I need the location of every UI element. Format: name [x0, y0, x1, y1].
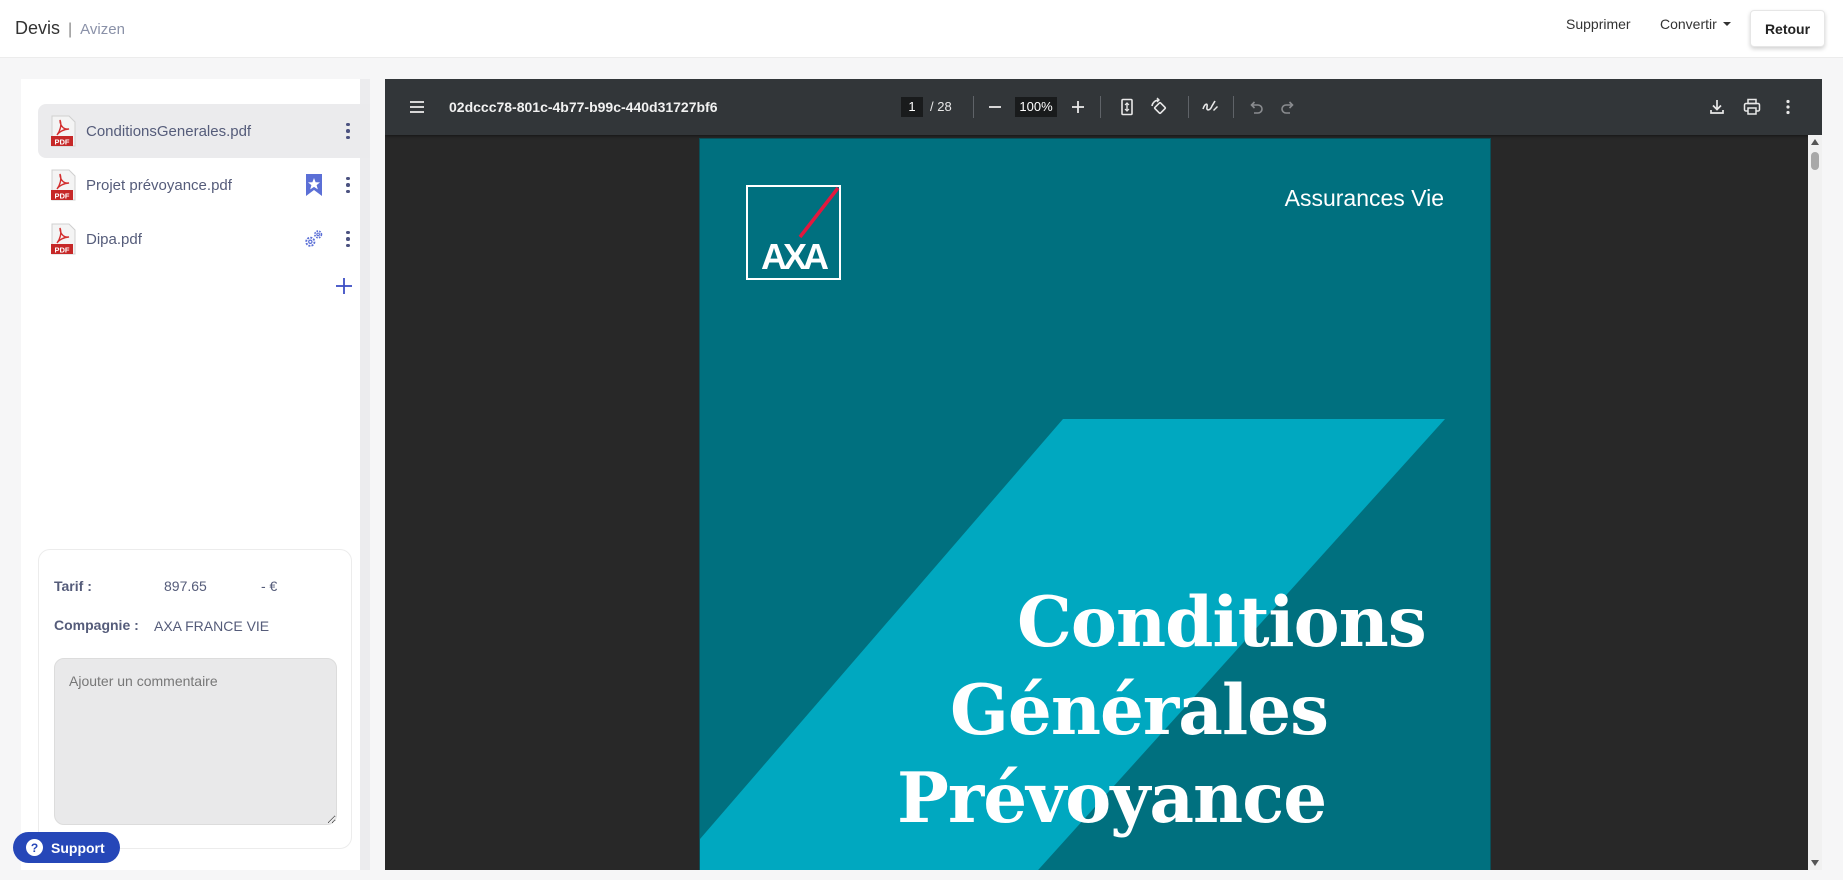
pdf-page: AXA Assurances Vie Conditions Générales …	[699, 138, 1491, 870]
pdf-file-icon: PDF	[51, 169, 76, 201]
compagnie-label: Compagnie :	[54, 617, 139, 633]
svg-text:AXA: AXA	[761, 236, 829, 277]
toolbar-divider	[1188, 96, 1189, 118]
svg-text:PDF: PDF	[55, 138, 70, 147]
file-name: Projet prévoyance.pdf	[86, 176, 232, 194]
delete-button[interactable]: Supprimer	[1566, 16, 1631, 32]
support-label: Support	[51, 839, 105, 856]
file-name: ConditionsGenerales.pdf	[86, 122, 252, 140]
rotate-icon[interactable]	[1149, 97, 1169, 117]
toolbar-divider	[1100, 96, 1101, 118]
fit-page-icon[interactable]	[1117, 97, 1137, 117]
bookmark-star-icon[interactable]	[303, 173, 325, 197]
quote-info-card: Tarif : 897.65 - € Compagnie : AXA FRANC…	[38, 549, 352, 849]
vertical-scrollbar[interactable]	[1808, 135, 1822, 870]
pdf-viewer: 02dccc78-801c-4b77-b99c-440d31727bf6 1 /…	[385, 79, 1822, 870]
comment-textarea[interactable]	[54, 658, 337, 825]
document-title: 02dccc78-801c-4b77-b99c-440d31727bf6	[449, 99, 718, 115]
download-icon[interactable]	[1707, 97, 1727, 117]
tarif-value[interactable]: 897.65	[164, 578, 207, 594]
pdf-file-icon: PDF	[51, 115, 76, 147]
file-item-dipa[interactable]: PDF Dipa.pdf	[38, 212, 370, 266]
support-button[interactable]: ? Support	[13, 832, 120, 863]
file-name: Dipa.pdf	[86, 230, 142, 248]
cover-title-line2: Générales	[950, 670, 1329, 751]
cover-title-line3: Prévoyance	[897, 758, 1327, 839]
file-menu-button[interactable]	[338, 173, 358, 197]
scrollbar-thumb[interactable]	[1811, 152, 1819, 170]
axa-logo: AXA	[746, 185, 841, 280]
svg-text:PDF: PDF	[55, 192, 70, 201]
zoom-out-icon[interactable]	[985, 97, 1005, 117]
file-menu-button[interactable]	[338, 119, 358, 143]
page-number-input[interactable]: 1	[901, 97, 923, 117]
tarif-label: Tarif :	[54, 578, 92, 594]
gears-icon[interactable]	[303, 227, 325, 251]
app-header: Devis | Avizen Supprimer Convertir Retou…	[0, 0, 1843, 58]
convert-dropdown[interactable]: Convertir	[1660, 16, 1731, 32]
brand-subtitle: Avizen	[80, 21, 125, 38]
brand: Devis | Avizen	[15, 18, 125, 39]
cover-title-line1: Conditions	[1017, 582, 1427, 663]
toolbar-divider	[1233, 96, 1234, 118]
back-button[interactable]: Retour	[1750, 10, 1825, 47]
toolbar-divider	[973, 96, 974, 118]
pdf-toolbar: 02dccc78-801c-4b77-b99c-440d31727bf6 1 /…	[385, 79, 1822, 135]
page-title: Devis	[15, 18, 61, 38]
file-item-projet-prevoyance[interactable]: PDF Projet prévoyance.pdf	[38, 158, 370, 212]
add-file-plus-icon[interactable]	[333, 275, 355, 297]
file-menu-button[interactable]	[338, 227, 358, 251]
scroll-down-arrow[interactable]	[1811, 860, 1819, 866]
tarif-currency: - €	[261, 578, 278, 594]
pdf-file-icon: PDF	[51, 223, 76, 255]
file-item-conditions-generales[interactable]: PDF ConditionsGenerales.pdf	[38, 104, 370, 158]
documents-panel: PDF ConditionsGenerales.pdf PDF Projet p…	[21, 79, 370, 870]
caret-down-icon	[1722, 22, 1731, 26]
svg-text:PDF: PDF	[55, 246, 70, 255]
cover-header: Assurances Vie	[1284, 185, 1444, 211]
convert-label: Convertir	[1660, 16, 1717, 32]
zoom-in-icon[interactable]	[1068, 97, 1088, 117]
compagnie-value[interactable]: AXA FRANCE VIE	[154, 618, 269, 634]
page-total: / 28	[930, 99, 952, 114]
undo-icon[interactable]	[1246, 97, 1266, 117]
brand-separator: |	[68, 21, 73, 38]
more-options-icon[interactable]	[1778, 97, 1798, 117]
hamburger-menu-icon[interactable]	[407, 97, 427, 117]
redo-icon[interactable]	[1278, 97, 1298, 117]
annotate-icon[interactable]	[1200, 97, 1220, 117]
zoom-level-input[interactable]: 100%	[1015, 97, 1057, 117]
help-icon: ?	[26, 839, 43, 856]
scroll-up-arrow[interactable]	[1811, 139, 1819, 145]
print-icon[interactable]	[1742, 97, 1762, 117]
